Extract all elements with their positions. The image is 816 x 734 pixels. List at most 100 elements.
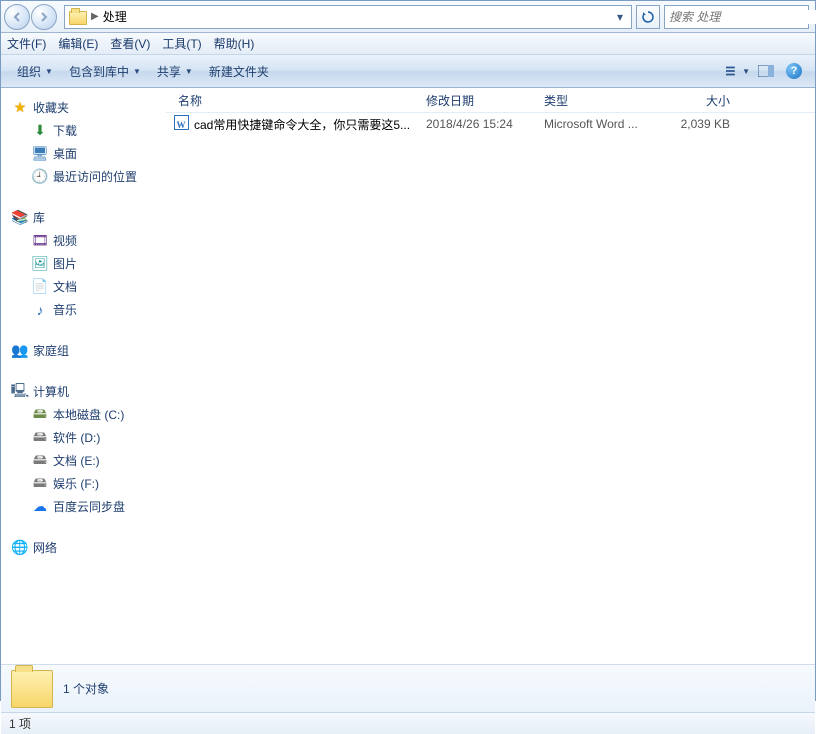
refresh-button[interactable] [636,5,660,29]
file-date: 2018/4/26 15:24 [420,117,538,131]
tree-label: 软件 (D:) [53,429,100,446]
column-type[interactable]: 类型 [538,92,656,109]
column-date[interactable]: 修改日期 [420,92,538,109]
drive-icon: 🖴 [31,475,49,493]
tree-computer[interactable]: 🖳计算机 [5,380,162,403]
network-icon: 🌐 [11,539,29,557]
tree-label: 计算机 [33,383,69,400]
documents-icon: 📄 [31,278,49,296]
chevron-right-icon: ▶ [91,11,99,22]
tree-desktop[interactable]: 🖥桌面 [5,142,162,165]
tree-label: 桌面 [53,145,77,162]
tree-label: 收藏夹 [33,99,69,116]
tree-baidu-cloud[interactable]: ☁百度云同步盘 [5,495,162,518]
tree-label: 视频 [53,232,77,249]
tree-label: 百度云同步盘 [53,498,125,515]
recent-icon: 🕘 [31,168,49,186]
status-bar: 1 项 [1,712,815,734]
chevron-down-icon: ▼ [133,67,141,76]
star-icon: ★ [11,99,29,117]
command-bar: 组织 ▼ 包含到库中 ▼ 共享▼ 新建文件夹 ▼ ? [1,55,815,88]
file-list-pane: 名称 修改日期 类型 大小 cad常用快捷键命令大全，你只需要这5... 201… [166,88,815,664]
help-button[interactable]: ? [781,60,807,82]
new-folder-label: 新建文件夹 [209,63,269,80]
tree-label: 最近访问的位置 [53,168,137,185]
desktop-icon: 🖥 [31,145,49,163]
tree-music[interactable]: ♪音乐 [5,298,162,321]
folder-icon [69,11,87,25]
tree-label: 本地磁盘 (C:) [53,406,124,423]
tree-label: 音乐 [53,301,77,318]
menu-view[interactable]: 查看(V) [110,35,150,52]
chevron-down-icon: ▼ [742,67,750,76]
tree-videos[interactable]: 🎞视频 [5,229,162,252]
hdd-icon: 🖴 [31,406,49,424]
include-library-button[interactable]: 包含到库中 ▼ [61,63,149,80]
tree-label: 下载 [53,122,77,139]
new-folder-button[interactable]: 新建文件夹 [201,63,277,80]
drive-icon: 🖴 [31,452,49,470]
word-doc-icon [172,115,190,133]
column-header-row: 名称 修改日期 类型 大小 [166,88,815,113]
tree-label: 文档 [53,278,77,295]
menu-bar: 文件(F) 编辑(E) 查看(V) 工具(T) 帮助(H) [1,33,815,55]
view-options-button[interactable]: ▼ [725,60,751,82]
back-button[interactable] [4,4,30,30]
tree-label: 文档 (E:) [53,452,100,469]
file-type: Microsoft Word ... [538,117,656,131]
drive-icon: 🖴 [31,429,49,447]
file-name: cad常用快捷键命令大全，你只需要这5... [190,116,420,133]
cloud-icon: ☁ [31,498,49,516]
menu-tools[interactable]: 工具(T) [162,35,201,52]
tree-pictures[interactable]: 🖼图片 [5,252,162,275]
organize-label: 组织 [17,63,41,80]
organize-button[interactable]: 组织 ▼ [9,63,61,80]
tree-label: 网络 [33,539,57,556]
details-pane: 1 个对象 [1,664,815,712]
tree-label: 库 [33,209,45,226]
tree-libraries[interactable]: 📚库 [5,206,162,229]
tree-label: 家庭组 [33,342,69,359]
navigation-pane: ★收藏夹 ⬇下载 🖥桌面 🕘最近访问的位置 📚库 🎞视频 🖼图片 📄文档 ♪音乐… [1,88,166,664]
music-icon: ♪ [31,301,49,319]
share-label: 共享 [157,63,181,80]
status-item-count: 1 项 [9,715,31,732]
computer-icon: 🖳 [11,383,29,401]
pictures-icon: 🖼 [31,255,49,273]
share-button[interactable]: 共享▼ [149,63,201,80]
preview-pane-button[interactable] [753,60,779,82]
menu-help[interactable]: 帮助(H) [214,35,255,52]
search-box[interactable] [664,5,809,29]
tree-homegroup[interactable]: 👥家庭组 [5,339,162,362]
tree-drive-e[interactable]: 🖴文档 (E:) [5,449,162,472]
address-segment[interactable]: 处理 [103,8,127,25]
homegroup-icon: 👥 [11,342,29,360]
tree-recent[interactable]: 🕘最近访问的位置 [5,165,162,188]
tree-label: 图片 [53,255,77,272]
forward-button[interactable] [31,4,57,30]
chevron-down-icon: ▼ [45,67,53,76]
address-dropdown[interactable]: ▾ [613,10,627,24]
tree-drive-f[interactable]: 🖴娱乐 (F:) [5,472,162,495]
include-label: 包含到库中 [69,63,129,80]
folder-large-icon [11,670,53,708]
tree-downloads[interactable]: ⬇下载 [5,119,162,142]
tree-favorites[interactable]: ★收藏夹 [5,96,162,119]
column-name[interactable]: 名称 [172,92,420,109]
column-size[interactable]: 大小 [656,92,736,109]
file-size: 2,039 KB [656,117,736,131]
download-icon: ⬇ [31,122,49,140]
tree-drive-c[interactable]: 🖴本地磁盘 (C:) [5,403,162,426]
tree-network[interactable]: 🌐网络 [5,536,162,559]
list-item[interactable]: cad常用快捷键命令大全，你只需要这5... 2018/4/26 15:24 M… [166,113,815,135]
tree-label: 娱乐 (F:) [53,475,99,492]
menu-file[interactable]: 文件(F) [7,35,46,52]
details-summary: 1 个对象 [63,680,109,697]
address-bar[interactable]: ▶ 处理 ▾ [64,5,632,29]
menu-edit[interactable]: 编辑(E) [58,35,98,52]
library-icon: 📚 [11,209,29,227]
help-icon: ? [786,63,802,79]
tree-drive-d[interactable]: 🖴软件 (D:) [5,426,162,449]
tree-documents[interactable]: 📄文档 [5,275,162,298]
search-input[interactable] [669,10,816,24]
